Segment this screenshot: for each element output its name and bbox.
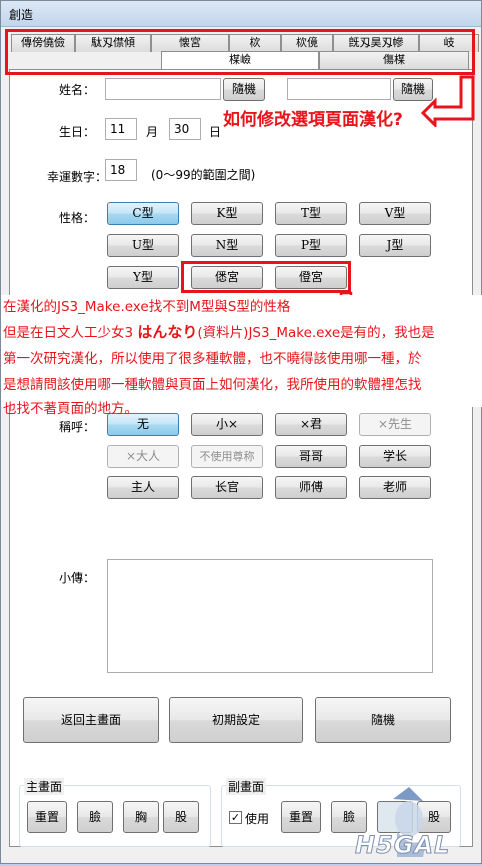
- birthday-label: 生日：: [59, 125, 96, 139]
- honorific-label: 稱呼：: [59, 420, 96, 434]
- window-title: 創造: [9, 8, 34, 22]
- bio-label: 小傳：: [59, 571, 96, 585]
- honorific-zhangguan-button[interactable]: 长官: [191, 476, 263, 499]
- title-bar: 創造: [1, 1, 481, 27]
- honorific-laoshi-button[interactable]: 老师: [359, 476, 431, 499]
- annotation-question: 如何修改選項頁面漢化?: [223, 110, 403, 130]
- watermark-text: H5GAL: [354, 831, 451, 860]
- create-window: 創造 傳傍僥儉 駄刄僸傾 懐宮 栨 栨傹 旣刄昊刄幓 岐 楳嶮 傷楳 姓名： 隨…: [0, 0, 482, 864]
- initial-settings-button[interactable]: 初期設定: [169, 697, 303, 743]
- main-chest-button[interactable]: 胸: [123, 801, 159, 833]
- month-label: 月: [146, 125, 159, 139]
- use-sub-screen-checkbox[interactable]: ✓: [229, 811, 242, 824]
- personality-y-button[interactable]: Y型: [107, 266, 179, 289]
- personality-j-button[interactable]: J型: [359, 234, 431, 257]
- watermark-logo: H5GAL: [353, 779, 481, 863]
- main-reset-button[interactable]: 重置: [27, 801, 67, 833]
- annotation-line-3: 第一次研究漢化，所以使用了很多種軟體，也不曉得該使用哪一種，於: [3, 351, 422, 367]
- honorific-none-respect-button[interactable]: 不使用尊称: [191, 445, 263, 468]
- last-name-input[interactable]: [287, 78, 391, 100]
- day-input[interactable]: 30: [169, 118, 201, 140]
- personality-v-button[interactable]: V型: [359, 202, 431, 225]
- personality-highlight-box: [181, 261, 351, 293]
- day-label: 日: [209, 125, 222, 139]
- first-name-input[interactable]: [105, 78, 221, 100]
- random-all-button[interactable]: 隨機: [315, 697, 451, 743]
- honorific-shifu-button[interactable]: 师傅: [275, 476, 347, 499]
- tabs-highlight-box: [5, 29, 475, 75]
- honorific-zhuren-button[interactable]: 主人: [107, 476, 179, 499]
- lucky-number-label: 幸運數字：: [47, 170, 108, 184]
- personality-n-button[interactable]: N型: [191, 234, 263, 257]
- honorific-jun-button[interactable]: ×君: [275, 413, 347, 436]
- sub-screen-caption: 副畫面: [226, 778, 267, 795]
- personality-k-button[interactable]: K型: [191, 202, 263, 225]
- sub-reset-button[interactable]: 重置: [281, 801, 321, 833]
- lucky-number-hint: (0～99的範圍之間): [151, 168, 256, 182]
- personality-t-button[interactable]: T型: [275, 202, 347, 225]
- personality-p-button[interactable]: P型: [275, 234, 347, 257]
- main-hip-button[interactable]: 股: [163, 801, 199, 833]
- honorific-xiansheng-button[interactable]: ×先生: [359, 413, 431, 436]
- honorific-xuezhang-button[interactable]: 学长: [359, 445, 431, 468]
- annotation-line-2b: はんなり: [137, 323, 198, 341]
- random-first-name-button[interactable]: 隨機: [223, 78, 265, 101]
- name-label: 姓名：: [59, 83, 96, 97]
- personality-u-button[interactable]: U型: [107, 234, 179, 257]
- personality-c-button[interactable]: C型: [107, 202, 179, 225]
- main-face-button[interactable]: 臉: [77, 801, 113, 833]
- annotation-line-2a: 但是在日文人工少女3: [3, 325, 138, 341]
- annotation-line-5: 也找不著頁面的地方。: [3, 401, 138, 417]
- annotation-line-2c: (資料片)JS3_Make.exe是有的，我也是: [197, 325, 435, 341]
- honorific-daren-button[interactable]: ×大人: [107, 445, 179, 468]
- annotation-arrow-up: [421, 75, 475, 127]
- main-screen-caption: 主畫面: [24, 778, 65, 795]
- annotation-line-4: 是想請問該使用哪一種軟體與頁面上如何漢化，我所使用的軟體裡怎找: [3, 377, 422, 393]
- annotation-line-1: 在漢化的JS3_Make.exe找不到M型與S型的性格: [3, 299, 291, 315]
- return-main-button[interactable]: 返回主畫面: [23, 697, 159, 743]
- honorific-gege-button[interactable]: 哥哥: [275, 445, 347, 468]
- personality-label: 性格：: [59, 211, 96, 225]
- use-sub-screen-label: 使用: [245, 812, 270, 826]
- month-input[interactable]: 11: [105, 118, 137, 140]
- annotation-line-2a-wrap: 但是在日文人工少女3 はんなり(資料片)JS3_Make.exe是有的，我也是: [3, 321, 435, 342]
- bio-textarea[interactable]: [107, 559, 433, 673]
- honorific-xiao-button[interactable]: 小×: [191, 413, 263, 436]
- lucky-number-input[interactable]: 18: [105, 159, 137, 181]
